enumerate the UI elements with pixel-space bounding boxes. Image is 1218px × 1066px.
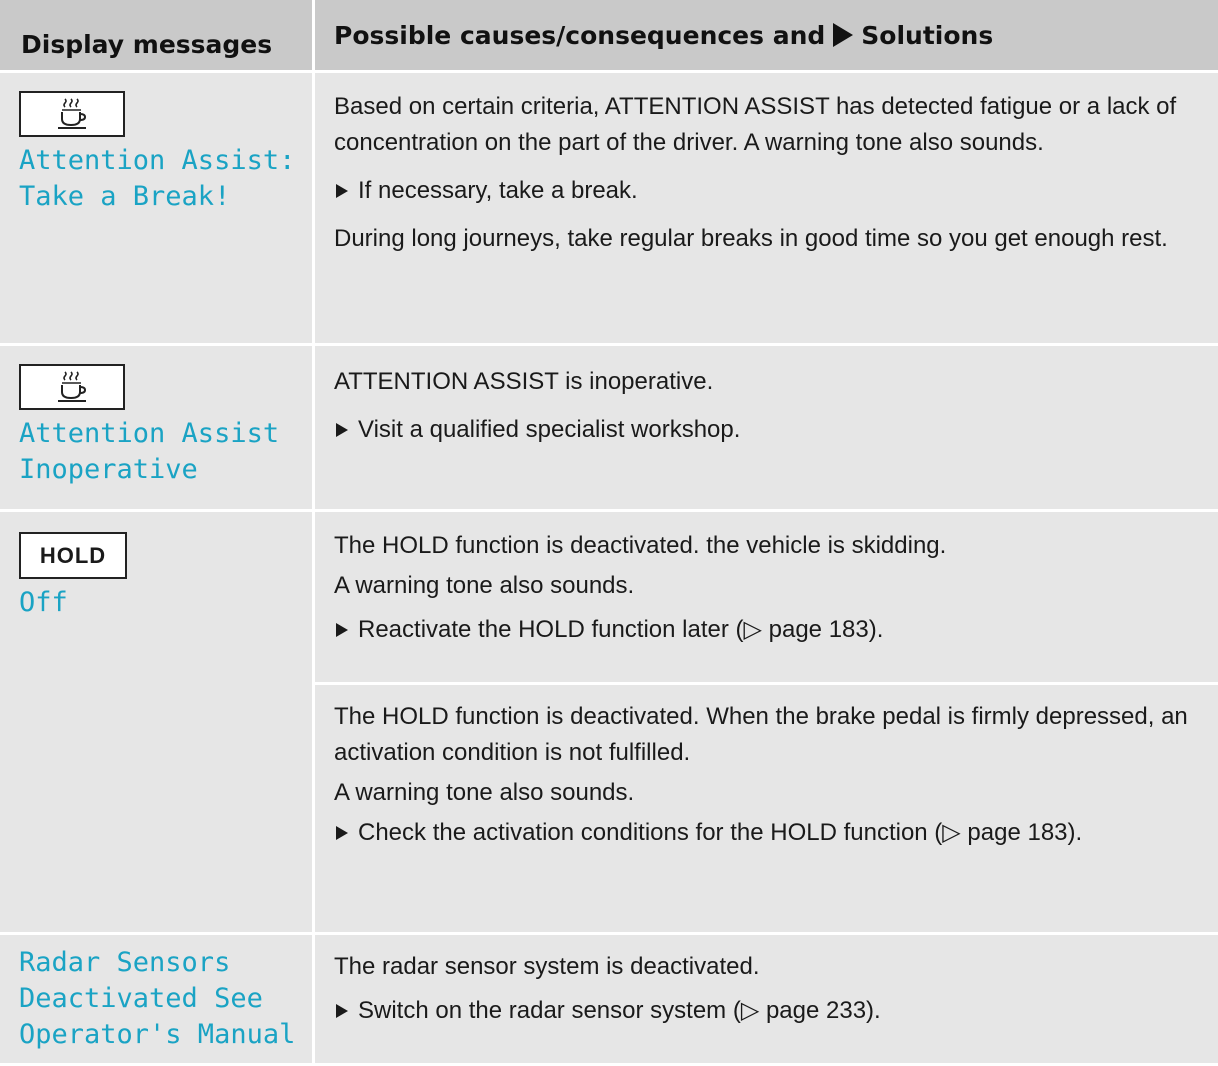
- solution-step: Visit a qualified specialist workshop.: [334, 412, 1208, 448]
- solution-arrow-icon: [833, 23, 854, 47]
- causes-cell: ATTENTION ASSIST is inoperative. Visit a…: [312, 346, 1218, 509]
- consequence-text: A warning tone also sounds.: [334, 572, 635, 599]
- note-text: During long journeys, take regular break…: [334, 225, 1168, 252]
- step-arrow-icon: [336, 826, 348, 840]
- cause-text: ATTENTION ASSIST is inoperative.: [334, 368, 714, 395]
- header-solutions-label: Solutions: [861, 20, 994, 50]
- page-reference-link[interactable]: ▷ page 183).: [942, 819, 1082, 846]
- causes-cell: The radar sensor system is deactivated. …: [312, 935, 1218, 1063]
- page-reference-link[interactable]: ▷ page 183).: [744, 616, 884, 643]
- coffee-cup-icon: [19, 364, 125, 410]
- table-row: Attention Assist Inoperative ATTENTION A…: [0, 346, 1218, 512]
- step-arrow-icon: [336, 184, 348, 198]
- header-causes-solutions: Possible causes/consequences and Solutio…: [312, 0, 1218, 70]
- display-message-text: Attention Assist: Take a Break!: [19, 145, 296, 212]
- display-message-cell: HOLD Off: [0, 512, 312, 932]
- display-message-cell: Attention Assist Inoperative: [0, 346, 312, 509]
- page-reference-link[interactable]: ▷ page 233).: [741, 997, 881, 1024]
- step-arrow-icon: [336, 423, 348, 437]
- cause-text: The HOLD function is deactivated. When t…: [334, 703, 1188, 766]
- display-message-text: Attention Assist Inoperative: [19, 418, 280, 485]
- cause-text: The radar sensor system is deactivated.: [334, 953, 760, 980]
- causes-cell: The HOLD function is deactivated. the ve…: [312, 512, 1218, 932]
- hold-icon: HOLD: [19, 532, 127, 579]
- display-message-cell: Attention Assist: Take a Break!: [0, 73, 312, 343]
- table-row: Attention Assist: Take a Break! Based on…: [0, 73, 1218, 346]
- causes-cell: Based on certain criteria, ATTENTION ASS…: [312, 73, 1218, 343]
- coffee-cup-icon: [19, 91, 125, 137]
- cause-text: Based on certain criteria, ATTENTION ASS…: [334, 93, 1177, 156]
- table-row: HOLD Off The HOLD function is deactivate…: [0, 512, 1218, 935]
- display-message-text: Off: [19, 587, 68, 618]
- header-display-messages: Display messages: [21, 29, 273, 59]
- header-causes-label: Possible causes/consequences and: [334, 20, 826, 50]
- solution-step: Reactivate the HOLD function later (▷ pa…: [334, 612, 1208, 648]
- table-row: Radar Sensors Deactivated See Operator's…: [0, 935, 1218, 1066]
- solution-step: Switch on the radar sensor system (▷ pag…: [334, 993, 1208, 1029]
- display-message-cell: Radar Sensors Deactivated See Operator's…: [0, 935, 312, 1063]
- display-message-text: Radar Sensors Deactivated See Operator's…: [19, 947, 296, 1050]
- cause-text: The HOLD function is deactivated. the ve…: [334, 532, 947, 559]
- step-arrow-icon: [336, 623, 348, 637]
- consequence-text: A warning tone also sounds.: [334, 779, 635, 806]
- solution-step: Check the activation conditions for the …: [334, 815, 1208, 851]
- display-messages-table: Display messages Possible causes/consequ…: [0, 0, 1218, 1066]
- solution-step: If necessary, take a break.: [334, 173, 1208, 209]
- step-arrow-icon: [336, 1004, 348, 1018]
- table-header: Display messages Possible causes/consequ…: [0, 0, 1218, 73]
